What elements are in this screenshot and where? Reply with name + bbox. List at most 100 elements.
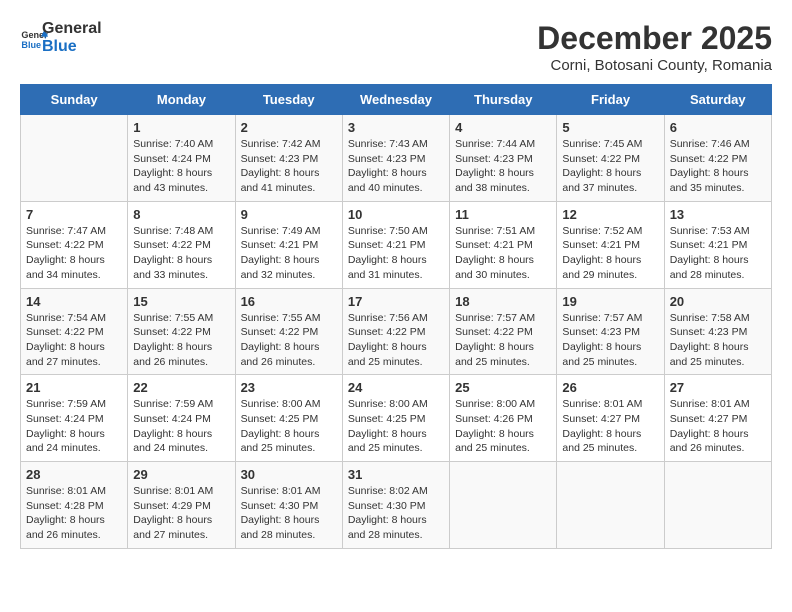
calendar-cell: 20 Sunrise: 7:58 AMSunset: 4:23 PMDayligh…	[664, 288, 771, 375]
cell-sun-info: Sunrise: 7:57 AMSunset: 4:23 PMDaylight:…	[562, 311, 658, 370]
day-number: 7	[26, 207, 122, 222]
cell-sun-info: Sunrise: 7:47 AMSunset: 4:22 PMDaylight:…	[26, 224, 122, 283]
day-number: 6	[670, 120, 766, 135]
calendar-cell: 6 Sunrise: 7:46 AMSunset: 4:22 PMDaylight…	[664, 115, 771, 202]
calendar-cell: 24 Sunrise: 8:00 AMSunset: 4:25 PMDayligh…	[342, 375, 449, 462]
cell-sun-info: Sunrise: 7:43 AMSunset: 4:23 PMDaylight:…	[348, 137, 444, 196]
calendar-cell: 22 Sunrise: 7:59 AMSunset: 4:24 PMDayligh…	[128, 375, 235, 462]
calendar-week-row: 7 Sunrise: 7:47 AMSunset: 4:22 PMDaylight…	[21, 201, 772, 288]
calendar-cell: 2 Sunrise: 7:42 AMSunset: 4:23 PMDaylight…	[235, 115, 342, 202]
logo: General Blue General Blue	[20, 20, 102, 55]
calendar-cell: 27Sunrise: 8:01 AMSunset: 4:27 PMDayligh…	[664, 375, 771, 462]
svg-text:Blue: Blue	[21, 39, 41, 49]
day-number: 10	[348, 207, 444, 222]
calendar-cell: 12 Sunrise: 7:52 AMSunset: 4:21 PMDayligh…	[557, 201, 664, 288]
cell-sun-info: Sunrise: 7:52 AMSunset: 4:21 PMDaylight:…	[562, 224, 658, 283]
header-day-sunday: Sunday	[21, 85, 128, 115]
calendar-cell: 26 Sunrise: 8:01 AMSunset: 4:27 PMDayligh…	[557, 375, 664, 462]
day-number: 3	[348, 120, 444, 135]
cell-sun-info: Sunrise: 7:55 AMSunset: 4:22 PMDaylight:…	[241, 311, 337, 370]
cell-sun-info: Sunrise: 8:01 AMSunset: 4:29 PMDaylight:…	[133, 484, 229, 543]
logo-general-text: General	[42, 20, 102, 38]
day-number: 30	[241, 467, 337, 482]
header-day-friday: Friday	[557, 85, 664, 115]
cell-sun-info: Sunrise: 8:01 AMSunset: 4:27 PMDaylight:…	[670, 397, 766, 456]
day-number: 1	[133, 120, 229, 135]
day-number: 9	[241, 207, 337, 222]
header-day-saturday: Saturday	[664, 85, 771, 115]
day-number: 28	[26, 467, 122, 482]
calendar-cell: 8 Sunrise: 7:48 AMSunset: 4:22 PMDaylight…	[128, 201, 235, 288]
day-number: 8	[133, 207, 229, 222]
calendar-cell: 3 Sunrise: 7:43 AMSunset: 4:23 PMDaylight…	[342, 115, 449, 202]
cell-sun-info: Sunrise: 8:00 AMSunset: 4:25 PMDaylight:…	[241, 397, 337, 456]
cell-sun-info: Sunrise: 7:46 AMSunset: 4:22 PMDaylight:…	[670, 137, 766, 196]
title-area: December 2025 Corni, Botosani County, Ro…	[537, 20, 772, 74]
day-number: 14	[26, 294, 122, 309]
day-number: 18	[455, 294, 551, 309]
day-number: 26	[562, 380, 658, 395]
day-number: 11	[455, 207, 551, 222]
cell-sun-info: Sunrise: 7:40 AMSunset: 4:24 PMDaylight:…	[133, 137, 229, 196]
header-day-monday: Monday	[128, 85, 235, 115]
day-number: 20	[670, 294, 766, 309]
calendar-cell: 23 Sunrise: 8:00 AMSunset: 4:25 PMDayligh…	[235, 375, 342, 462]
day-number: 17	[348, 294, 444, 309]
calendar-cell: 9Sunrise: 7:49 AMSunset: 4:21 PMDaylight…	[235, 201, 342, 288]
day-number: 16	[241, 294, 337, 309]
calendar-cell: 18 Sunrise: 7:57 AMSunset: 4:22 PMDayligh…	[450, 288, 557, 375]
day-number: 22	[133, 380, 229, 395]
cell-sun-info: Sunrise: 8:02 AMSunset: 4:30 PMDaylight:…	[348, 484, 444, 543]
cell-sun-info: Sunrise: 8:01 AMSunset: 4:27 PMDaylight:…	[562, 397, 658, 456]
day-number: 12	[562, 207, 658, 222]
calendar-cell	[21, 115, 128, 202]
cell-sun-info: Sunrise: 7:53 AMSunset: 4:21 PMDaylight:…	[670, 224, 766, 283]
cell-sun-info: Sunrise: 7:59 AMSunset: 4:24 PMDaylight:…	[133, 397, 229, 456]
cell-sun-info: Sunrise: 7:59 AMSunset: 4:24 PMDaylight:…	[26, 397, 122, 456]
calendar-week-row: 1 Sunrise: 7:40 AMSunset: 4:24 PMDaylight…	[21, 115, 772, 202]
calendar-week-row: 28Sunrise: 8:01 AMSunset: 4:28 PMDayligh…	[21, 462, 772, 549]
calendar-header-row: SundayMondayTuesdayWednesdayThursdayFrid…	[21, 85, 772, 115]
day-number: 25	[455, 380, 551, 395]
day-number: 5	[562, 120, 658, 135]
calendar-cell: 1 Sunrise: 7:40 AMSunset: 4:24 PMDaylight…	[128, 115, 235, 202]
calendar-cell: 21 Sunrise: 7:59 AMSunset: 4:24 PMDayligh…	[21, 375, 128, 462]
header: General Blue General Blue December 2025 …	[20, 20, 772, 74]
calendar-cell: 10Sunrise: 7:50 AMSunset: 4:21 PMDayligh…	[342, 201, 449, 288]
month-title: December 2025	[537, 20, 772, 57]
header-day-thursday: Thursday	[450, 85, 557, 115]
day-number: 31	[348, 467, 444, 482]
calendar-cell: 31 Sunrise: 8:02 AMSunset: 4:30 PMDayligh…	[342, 462, 449, 549]
day-number: 23	[241, 380, 337, 395]
calendar-cell	[450, 462, 557, 549]
day-number: 2	[241, 120, 337, 135]
cell-sun-info: Sunrise: 7:48 AMSunset: 4:22 PMDaylight:…	[133, 224, 229, 283]
cell-sun-info: Sunrise: 7:54 AMSunset: 4:22 PMDaylight:…	[26, 311, 122, 370]
day-number: 4	[455, 120, 551, 135]
cell-sun-info: Sunrise: 7:42 AMSunset: 4:23 PMDaylight:…	[241, 137, 337, 196]
calendar-cell: 28Sunrise: 8:01 AMSunset: 4:28 PMDayligh…	[21, 462, 128, 549]
cell-sun-info: Sunrise: 8:00 AMSunset: 4:26 PMDaylight:…	[455, 397, 551, 456]
day-number: 21	[26, 380, 122, 395]
calendar-cell: 25 Sunrise: 8:00 AMSunset: 4:26 PMDayligh…	[450, 375, 557, 462]
cell-sun-info: Sunrise: 7:45 AMSunset: 4:22 PMDaylight:…	[562, 137, 658, 196]
cell-sun-info: Sunrise: 8:00 AMSunset: 4:25 PMDaylight:…	[348, 397, 444, 456]
calendar-week-row: 14 Sunrise: 7:54 AMSunset: 4:22 PMDayligh…	[21, 288, 772, 375]
header-day-tuesday: Tuesday	[235, 85, 342, 115]
day-number: 24	[348, 380, 444, 395]
cell-sun-info: Sunrise: 7:55 AMSunset: 4:22 PMDaylight:…	[133, 311, 229, 370]
cell-sun-info: Sunrise: 7:44 AMSunset: 4:23 PMDaylight:…	[455, 137, 551, 196]
calendar-cell: 5 Sunrise: 7:45 AMSunset: 4:22 PMDaylight…	[557, 115, 664, 202]
calendar-cell: 16 Sunrise: 7:55 AMSunset: 4:22 PMDayligh…	[235, 288, 342, 375]
day-number: 13	[670, 207, 766, 222]
cell-sun-info: Sunrise: 7:58 AMSunset: 4:23 PMDaylight:…	[670, 311, 766, 370]
calendar-table: SundayMondayTuesdayWednesdayThursdayFrid…	[20, 84, 772, 549]
calendar-cell: 13 Sunrise: 7:53 AMSunset: 4:21 PMDayligh…	[664, 201, 771, 288]
cell-sun-info: Sunrise: 7:57 AMSunset: 4:22 PMDaylight:…	[455, 311, 551, 370]
subtitle: Corni, Botosani County, Romania	[537, 57, 772, 74]
cell-sun-info: Sunrise: 7:56 AMSunset: 4:22 PMDaylight:…	[348, 311, 444, 370]
cell-sun-info: Sunrise: 8:01 AMSunset: 4:30 PMDaylight:…	[241, 484, 337, 543]
logo-blue-text: Blue	[42, 38, 102, 56]
day-number: 15	[133, 294, 229, 309]
calendar-cell	[557, 462, 664, 549]
